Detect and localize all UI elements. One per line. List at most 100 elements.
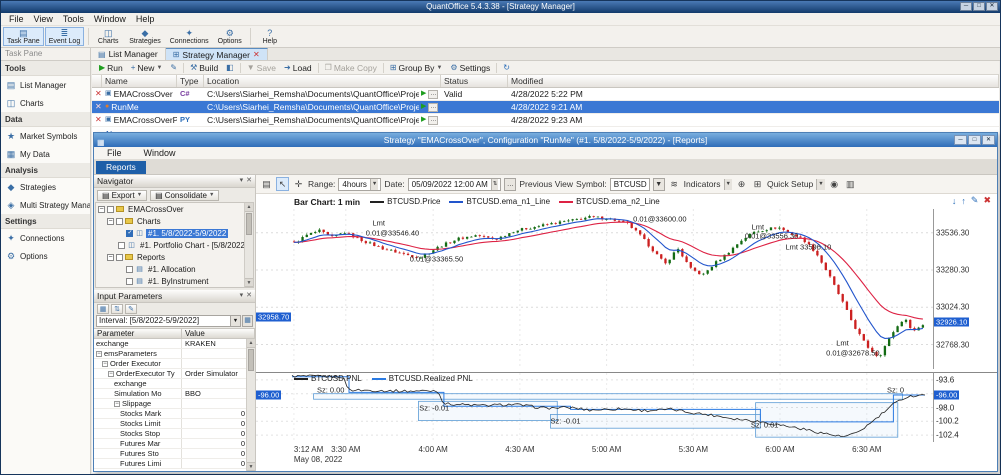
chevron-down-icon[interactable]: ▼ <box>209 192 214 198</box>
ribbon-task-pane-button[interactable]: ▤Task Pane <box>3 27 44 46</box>
close-button[interactable]: ✕ <box>986 2 998 11</box>
ribbon-charts-button[interactable]: ◫Charts <box>92 27 124 46</box>
parameter-row[interactable]: exchange <box>94 379 255 389</box>
browse-button[interactable]: … <box>428 103 438 112</box>
close-chart-icon[interactable]: ✖ <box>983 195 991 206</box>
export-button[interactable]: ▤Export▼ <box>97 190 147 201</box>
parameter-value[interactable]: KRAKEN <box>182 339 255 348</box>
parameter-row[interactable]: exchangeKRAKEN <box>94 339 255 349</box>
report-menu-window[interactable]: Window <box>139 148 181 158</box>
indicators-icon[interactable]: ≋ <box>668 177 681 191</box>
checkbox[interactable] <box>116 254 123 261</box>
report-window-titlebar[interactable]: ▦ Strategy "EMACrossOver", Configuration… <box>94 133 997 147</box>
open-location-icon[interactable]: ▶ <box>421 88 426 100</box>
parameter-row[interactable]: Stocks Stop0 <box>94 429 255 439</box>
settings-button[interactable]: ⚙Settings <box>446 62 494 74</box>
menu-tools[interactable]: Tools <box>58 14 89 24</box>
column-type[interactable]: Type <box>177 75 204 87</box>
ribbon-help-button[interactable]: ?Help <box>254 27 286 46</box>
browse-button[interactable]: … <box>428 90 438 99</box>
load-button[interactable]: ➜Load <box>280 62 316 74</box>
pnl-y-axis[interactable]: -93.6-95.8-98.0-100.2-102.4-96.00 <box>933 372 997 442</box>
column-location[interactable]: Location <box>204 75 441 87</box>
checkbox[interactable] <box>107 206 114 213</box>
parameter-value[interactable]: BBO <box>182 389 255 398</box>
move-up-icon[interactable]: ↑ <box>961 196 966 206</box>
group-by-button[interactable]: ⊞Group By▼ <box>386 62 447 74</box>
delete-icon[interactable]: ✕ <box>95 88 102 100</box>
edit-chart-icon[interactable]: ✎ <box>971 195 979 206</box>
checkbox[interactable] <box>126 266 133 273</box>
menu-help[interactable]: Help <box>131 14 160 24</box>
column-modified[interactable]: Modified <box>508 75 999 87</box>
pointer-icon[interactable]: ↖ <box>276 177 289 191</box>
chevron-down-icon[interactable]: ▼ <box>137 192 142 198</box>
tree-item-charts[interactable]: −Charts <box>96 215 253 227</box>
delete-icon[interactable]: ✕ <box>95 114 102 126</box>
parameter-value[interactable] <box>182 349 255 358</box>
expander-icon[interactable]: − <box>107 218 114 225</box>
camera-icon[interactable]: ◉ <box>828 177 841 191</box>
expander-icon[interactable]: − <box>108 371 114 377</box>
parameters-scrollbar[interactable]: ▲▼ <box>246 339 255 471</box>
parameter-row[interactable]: −OrderExecutor TyOrder Simulator <box>94 369 255 379</box>
grid-icon[interactable]: ⊞ <box>751 177 764 191</box>
scroll-up-icon[interactable]: ▲ <box>245 203 253 212</box>
checkbox[interactable] <box>126 230 133 237</box>
close-parameters-icon[interactable]: ✕ <box>246 290 252 302</box>
open-location-icon[interactable]: ▶ <box>421 101 426 113</box>
scroll-up-icon[interactable]: ▲ <box>247 339 255 348</box>
ribbon-event-log-button[interactable]: ≣Event Log <box>45 27 85 46</box>
parameter-row[interactable]: −Slippage <box>94 399 255 409</box>
parameter-row[interactable]: −emsParameters <box>94 349 255 359</box>
tab-reports[interactable]: Reports <box>96 161 146 174</box>
menu-window[interactable]: Window <box>89 14 131 24</box>
browse-button[interactable]: … <box>428 116 438 125</box>
parameter-value[interactable]: 0 <box>182 459 255 468</box>
menu-file[interactable]: File <box>4 14 29 24</box>
parameter-value[interactable]: 0 <box>182 409 255 418</box>
date-browse-button[interactable]: … <box>504 178 516 191</box>
pnl-chart-canvas[interactable] <box>256 373 933 442</box>
pnl-plot[interactable]: BTCUSD.PNLBTCUSD.Realized PNL -96.00Sz: … <box>256 372 933 442</box>
tree-item-reports[interactable]: −Reports <box>96 251 253 263</box>
checkbox[interactable] <box>116 218 123 225</box>
parameter-row[interactable]: Stocks Mark0 <box>94 409 255 419</box>
crosshair-icon[interactable]: ✛ <box>292 177 305 191</box>
scroll-thumb[interactable] <box>246 213 252 235</box>
quick-setup-button[interactable]: Quick Setup <box>767 179 813 189</box>
chevron-down-icon[interactable]: ▼ <box>370 179 378 190</box>
scroll-down-icon[interactable]: ▼ <box>247 462 255 471</box>
column-value[interactable]: Value <box>182 329 255 338</box>
column-parameter[interactable]: Parameter <box>94 329 182 338</box>
chevron-down-icon[interactable]: ▼ <box>436 65 442 71</box>
parameter-value[interactable] <box>182 359 255 368</box>
parameter-row[interactable]: Futures Mar0 <box>94 439 255 449</box>
export-chart-icon[interactable]: ▥ <box>844 177 857 191</box>
parameter-value[interactable] <box>182 379 255 388</box>
parameter-value[interactable]: Order Simulator <box>182 369 255 378</box>
parameter-row[interactable]: Futures Sto0 <box>94 449 255 459</box>
parameter-row[interactable]: Futures Limi0 <box>94 459 255 469</box>
ribbon-connections-button[interactable]: ✦Connections <box>166 27 213 46</box>
maximize-button[interactable]: □ <box>973 2 985 11</box>
chevron-down-icon[interactable]: ▼ <box>156 65 162 71</box>
sidebar-item-connections[interactable]: ✦Connections <box>1 229 90 247</box>
parameter-value[interactable]: 0 <box>182 429 255 438</box>
minimize-button[interactable]: ─ <box>954 135 967 145</box>
sidebar-item-strategies[interactable]: ◆Strategies <box>1 178 90 196</box>
refresh-button[interactable]: ↻ <box>499 62 514 74</box>
sidebar-item-charts[interactable]: ◫Charts <box>1 94 90 112</box>
tab-strategy-manager[interactable]: ⊞Strategy Manager✕ <box>166 48 268 60</box>
expander-icon[interactable]: − <box>107 254 114 261</box>
sidebar-item-list-manager[interactable]: ▤List Manager <box>1 76 90 94</box>
column-name[interactable]: Name <box>102 75 177 87</box>
tree-item-1-portfolio-chart-5-8-2022-5-9-2022[interactable]: ◫#1. Portfolio Chart - [5/8/2022-5/9/202… <box>96 239 253 251</box>
interval-options-button[interactable]: ▦ <box>242 315 253 327</box>
minimize-button[interactable]: ─ <box>960 2 972 11</box>
tree-item-1-allocation[interactable]: ▤#1. Allocation <box>96 263 253 275</box>
symbol-dropdown-button[interactable]: ▼ <box>653 178 665 191</box>
parameter-row[interactable]: Simulation MoBBO <box>94 389 255 399</box>
delete-icon[interactable]: ✕ <box>95 101 102 113</box>
tree-item-1-5-8-2022-5-9-2022[interactable]: ◫#1. 5/8/2022-5/9/2022 <box>96 227 253 239</box>
